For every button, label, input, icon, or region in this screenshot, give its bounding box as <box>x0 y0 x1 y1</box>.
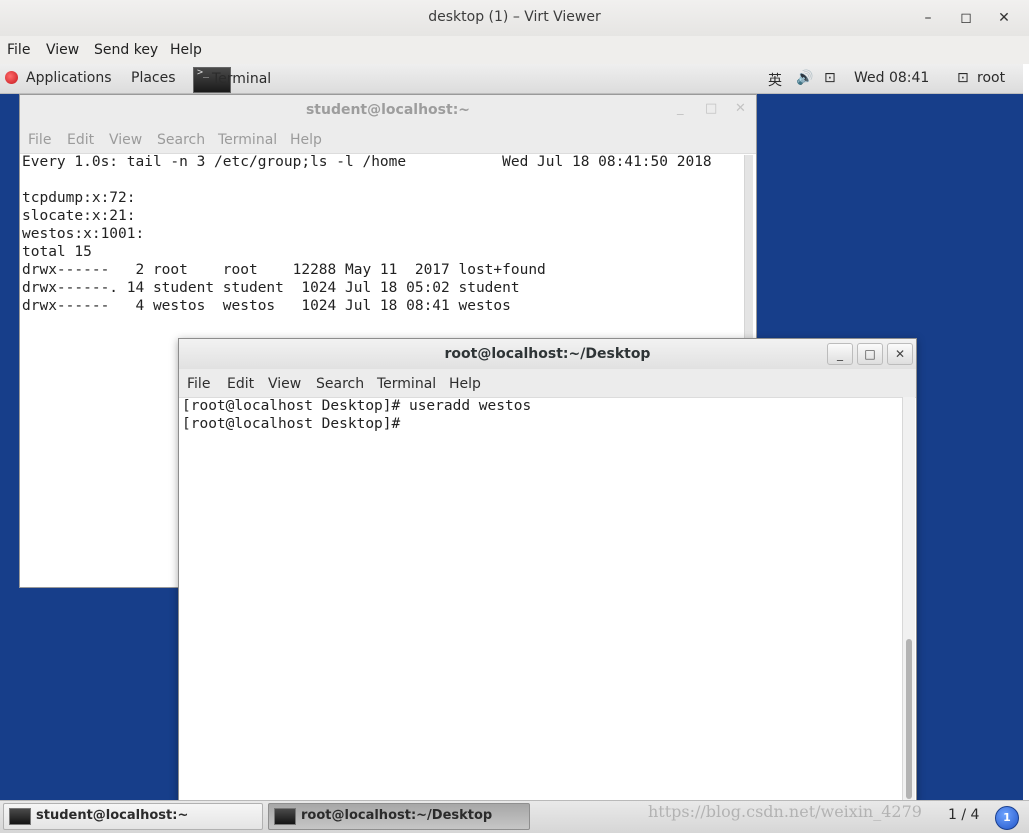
viewer-edge <box>1023 64 1029 832</box>
input-method-indicator[interactable]: 英 <box>768 70 782 90</box>
terminal-line: Every 1.0s: tail -n 3 /etc/group;ls -l /… <box>22 154 712 170</box>
task-student-terminal[interactable]: student@localhost:~ <box>3 803 263 830</box>
menu-edit[interactable]: Edit <box>67 132 94 148</box>
terminal-icon <box>9 808 31 825</box>
applications-menu[interactable]: Applications <box>26 70 112 86</box>
maximize-icon[interactable]: □ <box>705 101 717 116</box>
volume-icon[interactable]: 🔊 <box>796 70 813 86</box>
window-titlebar[interactable]: student@localhost:~ _ □ ✕ <box>20 95 756 125</box>
user-menu[interactable]: root <box>977 70 1005 86</box>
places-menu[interactable]: Places <box>131 70 176 86</box>
viewer-close-button[interactable]: ✕ <box>993 8 1015 28</box>
clock[interactable]: Wed 08:41 <box>854 70 929 86</box>
close-button[interactable]: ✕ <box>887 343 913 365</box>
window-title: root@localhost:~/Desktop <box>444 346 651 362</box>
workspace-pager[interactable]: 1 / 4 <box>948 807 979 823</box>
window-titlebar[interactable]: root@localhost:~/Desktop _ □ ✕ <box>179 339 916 369</box>
viewer-menubar: File View Send key Help <box>0 36 1029 65</box>
terminal-launcher[interactable]: >_ Terminal <box>191 66 275 93</box>
menu-view[interactable]: View <box>109 132 142 148</box>
scrollbar[interactable] <box>902 397 915 801</box>
user-icon: ⊡ <box>957 70 969 86</box>
minimize-icon[interactable]: _ <box>677 101 684 116</box>
menu-file[interactable]: File <box>187 376 210 392</box>
menu-file[interactable]: File <box>28 132 51 148</box>
window-menubar: File Edit View Search Terminal Help <box>179 369 916 398</box>
scrollbar-thumb[interactable] <box>906 639 912 799</box>
redhat-icon <box>5 71 18 84</box>
menu-terminal[interactable]: Terminal <box>218 132 277 148</box>
window-title: student@localhost:~ <box>305 102 471 118</box>
close-icon[interactable]: ✕ <box>735 101 746 116</box>
terminal-line: drwx------. 14 student student 1024 Jul … <box>22 280 520 296</box>
window-menubar: File Edit View Search Terminal Help <box>20 125 756 154</box>
viewer-menu-send-key[interactable]: Send key <box>94 42 158 58</box>
menu-search[interactable]: Search <box>157 132 205 148</box>
terminal-output[interactable]: [root@localhost Desktop]# useradd westos… <box>182 397 898 801</box>
viewer-title: desktop (1) – Virt Viewer <box>428 9 601 25</box>
viewer-menu-file[interactable]: File <box>7 42 30 58</box>
terminal-line: [root@localhost Desktop]# useradd westos <box>182 398 532 414</box>
viewer-menu-help[interactable]: Help <box>170 42 202 58</box>
network-icon[interactable]: ⊡ <box>824 70 836 86</box>
terminal-line: drwx------ 2 root root 12288 May 11 2017… <box>22 262 546 278</box>
menu-view[interactable]: View <box>268 376 301 392</box>
terminal-prompt-line: [root@localhost Desktop]# <box>182 416 409 432</box>
menu-edit[interactable]: Edit <box>227 376 254 392</box>
terminal-line: drwx------ 4 westos westos 1024 Jul 18 0… <box>22 298 511 314</box>
gnome-top-panel: Applications Places 英 🔊 ⊡ Wed 08:41 ⊡ ro… <box>0 64 1029 94</box>
watermark-text: https://blog.csdn.net/weixin_4279 <box>648 802 922 821</box>
task-root-terminal[interactable]: root@localhost:~/Desktop <box>268 803 530 830</box>
menu-terminal[interactable]: Terminal <box>377 376 436 392</box>
task-label: student@localhost:~ <box>36 808 189 823</box>
maximize-button[interactable]: □ <box>857 343 883 365</box>
menu-search[interactable]: Search <box>316 376 364 392</box>
terminal-launcher-label: Terminal <box>212 71 272 87</box>
notification-badge[interactable]: 1 <box>995 806 1019 830</box>
terminal-icon <box>274 808 296 825</box>
viewer-maximize-button[interactable]: ◻ <box>955 8 977 28</box>
terminal-line: total 15 <box>22 244 92 260</box>
terminal-line: westos:x:1001: <box>22 226 145 242</box>
terminal-line: tcpdump:x:72: <box>22 190 136 206</box>
menu-help[interactable]: Help <box>449 376 481 392</box>
task-label: root@localhost:~/Desktop <box>301 808 493 823</box>
menu-help[interactable]: Help <box>290 132 322 148</box>
viewer-minimize-button[interactable]: – <box>917 8 939 28</box>
terminal-line: slocate:x:21: <box>22 208 136 224</box>
viewer-menu-view[interactable]: View <box>46 42 79 58</box>
minimize-button[interactable]: _ <box>827 343 853 365</box>
terminal-window-root[interactable]: root@localhost:~/Desktop _ □ ✕ File Edit… <box>178 338 917 802</box>
viewer-titlebar: desktop (1) – Virt Viewer – ◻ ✕ <box>0 0 1029 37</box>
